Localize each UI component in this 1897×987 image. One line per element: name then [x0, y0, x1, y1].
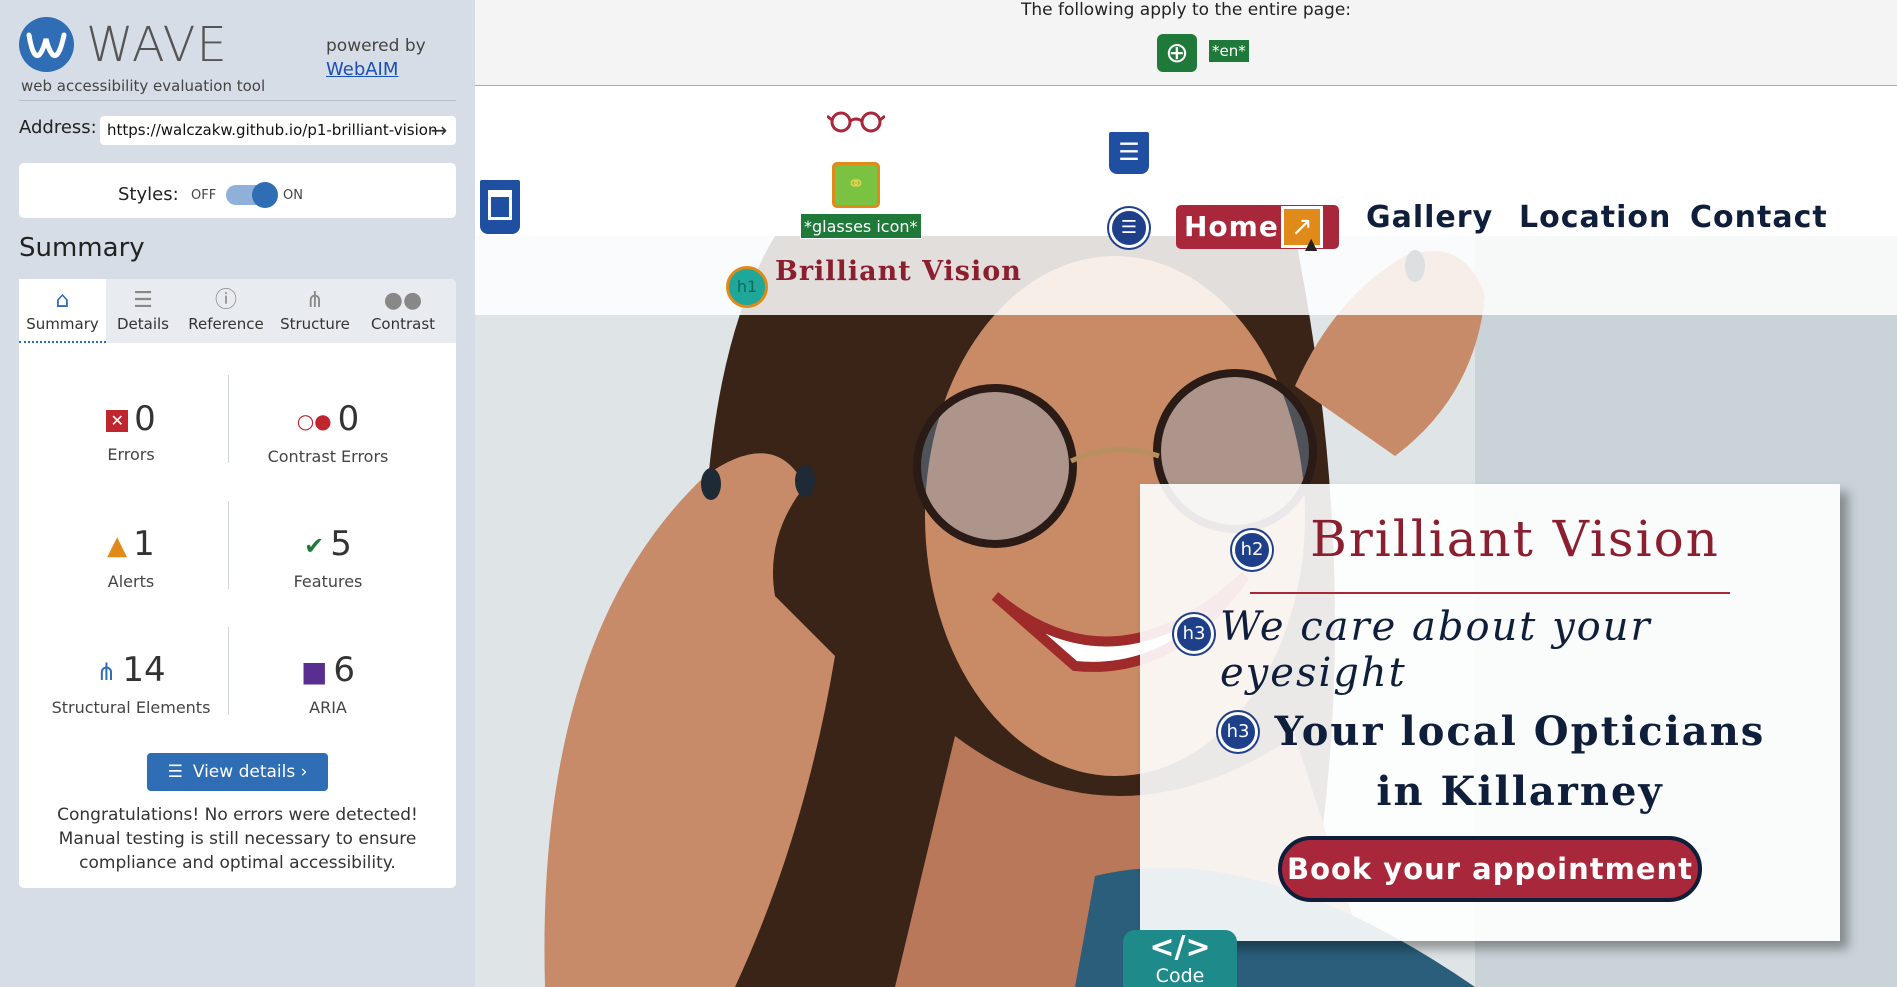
view-details-button[interactable]: ☰ View details ›	[147, 753, 328, 791]
sitemap-icon: ⋔	[305, 288, 325, 313]
nav-gallery-link[interactable]: Gallery	[1366, 200, 1493, 235]
summary-panel: ⌂ Summary ☰ Details ⓘ Reference ⋔ Struct…	[19, 279, 456, 888]
alert-icon: ▲	[107, 530, 128, 561]
h1-heading-icon[interactable]: h1	[726, 266, 768, 308]
aria-icon: ■	[300, 654, 328, 688]
stat-alerts[interactable]: ▲ 1 Alerts	[36, 522, 226, 591]
tab-summary[interactable]: ⌂ Summary	[19, 279, 106, 343]
structure-icon: ⋔	[96, 657, 117, 686]
wave-tagline: web accessibility evaluation tool	[21, 77, 266, 95]
congrats-message: Congratulations! No errors were detected…	[57, 805, 418, 873]
error-icon: ✕	[106, 409, 129, 432]
alerts-label: Alerts	[107, 571, 155, 591]
hero-card: h2 Brilliant Vision h3 We care about you…	[1140, 484, 1840, 941]
tab-label: Structure	[280, 315, 350, 333]
link-icon[interactable]: ⚭	[832, 162, 880, 208]
tab-label: Contrast	[370, 315, 436, 333]
errors-count: 0	[134, 399, 156, 439]
contrast-errors-count: 0	[337, 399, 360, 439]
structural-label: Structural Elements	[51, 697, 211, 717]
tab-reference[interactable]: ⓘ Reference	[180, 279, 272, 343]
alerts-count: 1	[133, 524, 155, 564]
wave-sidebar: WAVE web accessibility evaluation tool p…	[0, 0, 475, 987]
contrast-errors-label: Contrast Errors	[267, 446, 389, 466]
tab-label: Details	[116, 315, 169, 333]
glasses-alt-label: *glasses icon*	[800, 213, 922, 239]
tab-label: Summary	[26, 315, 99, 333]
evaluated-page: The following apply to the entire page: …	[475, 0, 1897, 987]
wave-title: WAVE	[86, 17, 228, 73]
header-region-icon[interactable]	[478, 178, 522, 236]
tab-contrast[interactable]: ●● Contrast	[358, 279, 448, 343]
stat-structural[interactable]: ⋔ 14 Structural Elements	[36, 648, 226, 717]
card-divider	[1250, 592, 1730, 594]
powered-by-text: powered by	[326, 36, 426, 56]
stat-divider	[228, 375, 229, 463]
aria-count: 6	[333, 650, 356, 690]
styles-toggle[interactable]	[226, 182, 278, 208]
list-icon: ☰	[167, 762, 183, 782]
wave-logo-icon	[19, 17, 74, 72]
tab-details[interactable]: ☰ Details	[106, 279, 180, 343]
code-icon: </>	[1149, 930, 1211, 965]
errors-label: Errors	[107, 445, 155, 464]
stat-divider	[228, 501, 229, 589]
styles-toggle-panel: Styles: OFF ON	[19, 163, 456, 218]
summary-heading: Summary	[19, 233, 145, 263]
sidebar-divider	[19, 100, 456, 101]
features-label: Features	[293, 571, 363, 591]
webaim-link[interactable]: WebAIM	[326, 58, 426, 82]
card-tagline: Your local Opticians in Killarney	[1274, 708, 1766, 815]
go-arrow-icon[interactable]: →	[427, 117, 451, 143]
h3-heading-icon[interactable]: h3	[1218, 712, 1258, 752]
view-details-label: View details ›	[192, 762, 308, 782]
nav-location-link[interactable]: Location	[1519, 200, 1671, 235]
feature-check-icon: ✔	[304, 531, 325, 560]
language-badge[interactable]: *en*	[1209, 40, 1249, 62]
aria-label: ARIA	[309, 697, 347, 717]
site-brand[interactable]: Brilliant Vision	[775, 256, 1022, 287]
warning-triangle-icon: ▲	[1305, 234, 1318, 253]
stat-divider	[228, 627, 229, 715]
info-icon: ⓘ	[214, 288, 237, 313]
apply-text: The following apply to the entire page:	[1020, 0, 1352, 20]
styles-label: Styles:	[118, 184, 179, 205]
styles-on-label: ON	[283, 188, 303, 203]
h3-heading-icon[interactable]: h3	[1174, 614, 1214, 654]
powered-by: powered by WebAIM	[326, 34, 426, 82]
address-label: Address:	[19, 117, 97, 138]
tab-label: Reference	[188, 315, 264, 333]
contrast-error-icon: ○●	[296, 408, 332, 433]
list-icon: ☰	[133, 288, 153, 313]
contrast-icon: ●●	[383, 288, 423, 313]
globe-icon[interactable]: ⊕	[1157, 34, 1197, 72]
features-count: 5	[330, 524, 352, 564]
toggle-knob	[252, 182, 278, 208]
code-toggle-tab[interactable]: </> Code	[1123, 930, 1237, 987]
tab-structure[interactable]: ⋔ Structure	[272, 279, 358, 343]
navigation-region-icon[interactable]: ☰	[1107, 130, 1151, 176]
stat-contrast-errors[interactable]: ○● 0 Contrast Errors	[233, 397, 423, 466]
unordered-list-icon[interactable]: ☰	[1109, 208, 1149, 248]
nav-contact-link[interactable]: Contact	[1690, 200, 1828, 235]
glasses-icon[interactable]	[826, 110, 886, 134]
address-input[interactable]: https://walczakw.github.io/p1-brilliant-…	[100, 116, 456, 145]
styles-off-label: OFF	[191, 188, 217, 203]
book-appointment-button[interactable]: Book your appointment	[1278, 836, 1702, 902]
code-tab-label: Code	[1155, 965, 1205, 987]
wave-page-indicators: The following apply to the entire page: …	[475, 0, 1897, 86]
stat-aria[interactable]: ■ 6 ARIA	[233, 648, 423, 717]
card-title: Brilliant Vision	[1310, 510, 1720, 568]
site-header	[475, 87, 1897, 315]
card-subtitle: We care about your eyesight	[1220, 604, 1652, 696]
tab-bar: ⌂ Summary ☰ Details ⓘ Reference ⋔ Struct…	[19, 279, 456, 343]
nav-home-label: Home	[1184, 210, 1279, 243]
structural-count: 14	[122, 650, 166, 690]
stat-errors[interactable]: ✕ 0 Errors	[36, 397, 226, 464]
stat-features[interactable]: ✔ 5 Features	[233, 522, 423, 591]
home-icon: ⌂	[55, 288, 70, 313]
